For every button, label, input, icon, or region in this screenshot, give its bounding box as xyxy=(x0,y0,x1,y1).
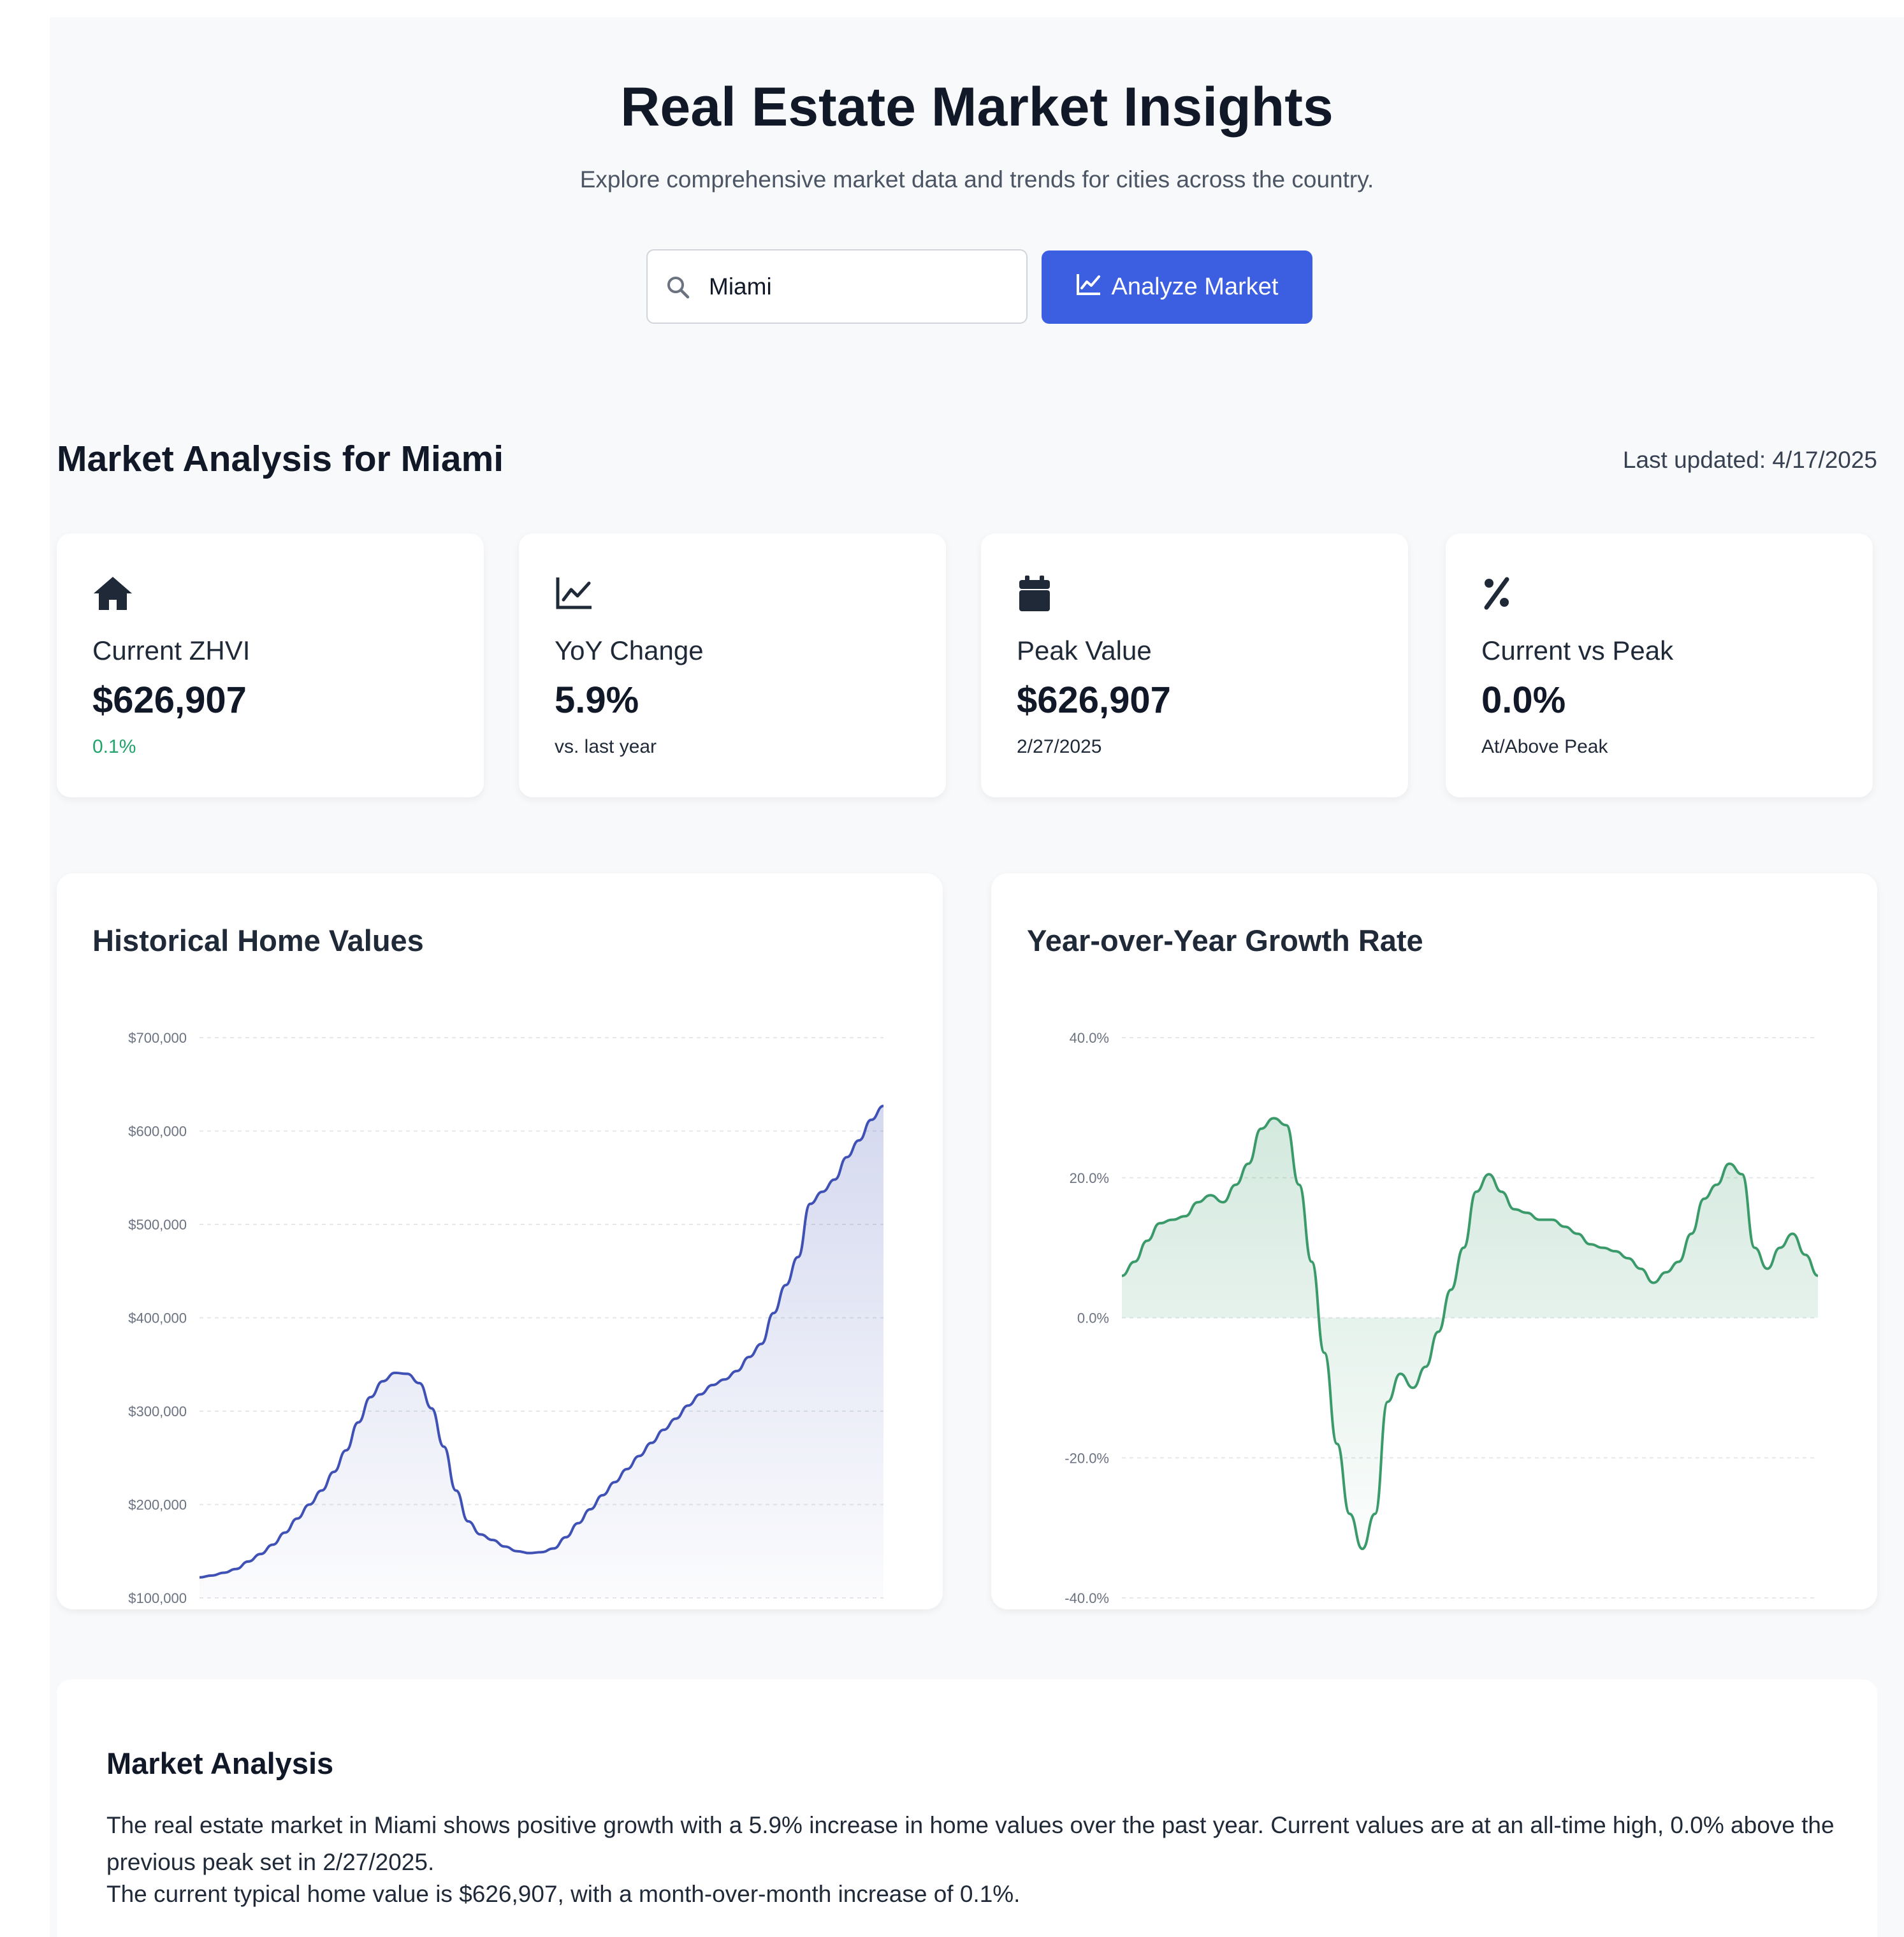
y-tick-label: $200,000 xyxy=(128,1497,187,1513)
page-subtitle: Explore comprehensive market data and tr… xyxy=(579,166,1374,192)
analyze-market-label: Analyze Market xyxy=(1111,273,1279,300)
market-analysis-summary: The current typical home value is $626,9… xyxy=(106,1881,1021,1907)
y-tick-label: $300,000 xyxy=(128,1404,187,1419)
stat-sub: 2/27/2025 xyxy=(1017,736,1102,757)
percent-icon xyxy=(1481,574,1522,613)
y-tick-label: $600,000 xyxy=(128,1124,187,1140)
stat-card-current-vs-peak: Current vs Peak 0.0% At/Above Peak xyxy=(1446,533,1873,797)
stat-label: Peak Value xyxy=(1017,635,1152,665)
stat-value: 0.0% xyxy=(1481,679,1566,721)
market-analysis-paragraph: The real estate market in Miami shows po… xyxy=(106,1812,1835,1875)
last-updated: Last updated: 4/17/2025 xyxy=(1622,447,1877,473)
series-area xyxy=(200,1106,883,1598)
line-chart-icon xyxy=(1076,273,1101,302)
series-area xyxy=(1122,1118,1818,1549)
search-icon xyxy=(665,275,691,303)
historical-values-chart: $100,000 $200,000 $300,000 $400,000 $500,000… xyxy=(128,1030,884,1606)
series-line xyxy=(1121,1117,1819,1551)
y-tick-label: $100,000 xyxy=(128,1590,187,1606)
stat-value: 5.9% xyxy=(555,679,639,721)
stat-label: Current ZHVI xyxy=(92,635,251,665)
growth-rate-chart: -40.0% -20.0% 0.0% 20.0% 40.0% xyxy=(1065,1030,1819,1606)
stat-card-yoy-change: YoY Change 5.9% vs. last year xyxy=(519,533,946,797)
analyze-market-button[interactable]: Analyze Market xyxy=(1042,250,1312,324)
historical-values-chart-card: Historical Home Values $100,000 $200,000 $… xyxy=(57,873,943,1609)
stat-sub: At/Above Peak xyxy=(1481,736,1608,757)
growth-rate-chart-card: Year-over-Year Growth Rate -40.0% -20.0% 0… xyxy=(991,873,1877,1609)
y-tick-label: 40.0% xyxy=(1070,1030,1109,1046)
stat-label: YoY Change xyxy=(555,635,704,665)
stat-label: Current vs Peak xyxy=(1481,635,1674,665)
calendar-icon xyxy=(1017,574,1057,613)
stat-sub: vs. last year xyxy=(555,736,657,757)
stat-value: $626,907 xyxy=(1017,679,1171,721)
line-chart-icon xyxy=(555,574,595,613)
stat-change: 0.1% xyxy=(92,736,136,757)
y-tick-label: $700,000 xyxy=(128,1030,187,1046)
stat-value: $626,907 xyxy=(92,679,247,721)
stat-card-current-zhvi: Current ZHVI $626,907 0.1% xyxy=(57,533,484,797)
y-tick-label: 20.0% xyxy=(1070,1170,1109,1186)
page: Real Estate Market Insights Explore comp… xyxy=(50,17,1904,1937)
y-tick-label: $500,000 xyxy=(128,1217,187,1233)
home-icon xyxy=(92,574,133,613)
page-title: Real Estate Market Insights xyxy=(620,76,1334,138)
market-analysis-title: Market Analysis xyxy=(106,1746,334,1780)
y-tick-label: 0.0% xyxy=(1077,1310,1109,1326)
y-tick-label: -40.0% xyxy=(1065,1590,1109,1606)
analysis-section-title: Market Analysis for Miami xyxy=(57,439,504,479)
search-box[interactable] xyxy=(646,249,1028,324)
y-tick-label: $400,000 xyxy=(128,1310,187,1326)
search-input[interactable] xyxy=(708,263,1016,310)
y-tick-label: -20.0% xyxy=(1065,1450,1109,1466)
market-analysis-card: Market Analysis The real estate market i… xyxy=(57,1679,1877,1937)
stat-card-peak-value: Peak Value $626,907 2/27/2025 xyxy=(981,533,1408,797)
